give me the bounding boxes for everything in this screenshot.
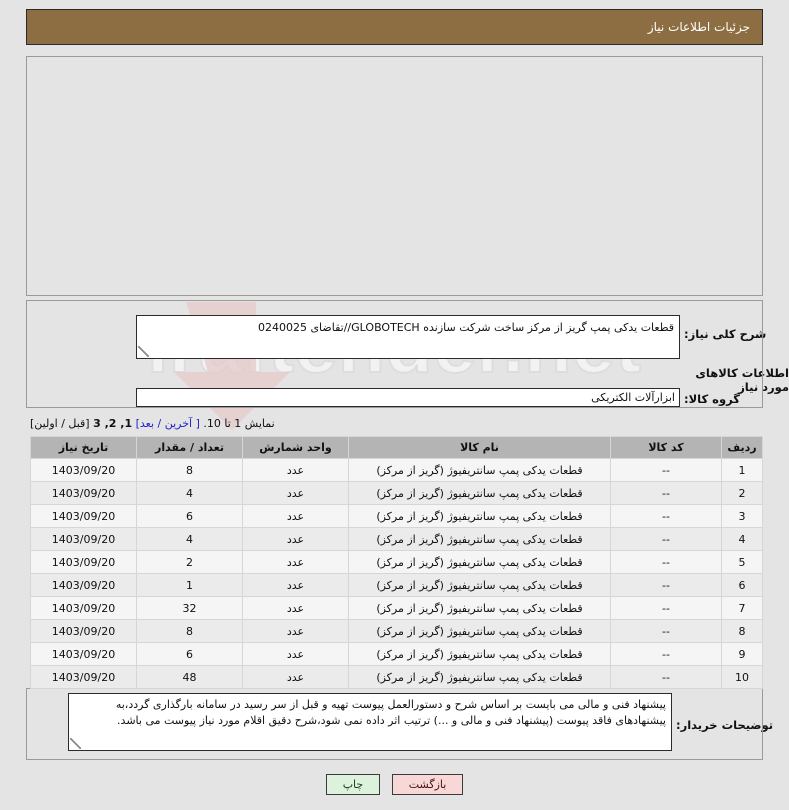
cell-qty: 2 <box>137 551 242 573</box>
table-row: 6 -- قطعات یدکی پمپ سانتریفیوژ (گریز از مر… <box>31 574 762 596</box>
cell-unit: عدد <box>243 482 348 504</box>
paging-first-prev: [قبل / اولین] <box>30 417 90 430</box>
cell-row: 4 <box>722 528 762 550</box>
cell-name: قطعات یدکی پمپ سانتریفیوژ (گریز از مرکز) <box>349 620 610 642</box>
cell-date: 1403/09/20 <box>31 551 136 573</box>
cell-code: -- <box>611 620 721 642</box>
paging-bar: نمایش 1 تا 10. [ آخرین / بعد] 1, 2, 3 [ق… <box>30 417 763 430</box>
cell-unit: عدد <box>243 528 348 550</box>
table-row: 2 -- قطعات یدکی پمپ سانتریفیوژ (گریز از مر… <box>31 482 762 504</box>
cell-unit: عدد <box>243 620 348 642</box>
cell-code: -- <box>611 574 721 596</box>
cell-qty: 48 <box>137 666 242 688</box>
cell-qty: 6 <box>137 505 242 527</box>
cell-name: قطعات یدکی پمپ سانتریفیوژ (گریز از مرکز) <box>349 551 610 573</box>
cell-date: 1403/09/20 <box>31 574 136 596</box>
col-row: ردیف <box>722 437 762 458</box>
cell-name: قطعات یدکی پمپ سانتریفیوژ (گریز از مرکز) <box>349 643 610 665</box>
cell-row: 10 <box>722 666 762 688</box>
cell-unit: عدد <box>243 597 348 619</box>
table-row: 8 -- قطعات یدکی پمپ سانتریفیوژ (گریز از مر… <box>31 620 762 642</box>
cell-code: -- <box>611 643 721 665</box>
table-row: 10 -- قطعات یدکی پمپ سانتریفیوژ (گریز از م… <box>31 666 762 688</box>
cell-qty: 8 <box>137 459 242 481</box>
cell-name: قطعات یدکی پمپ سانتریفیوژ (گریز از مرکز) <box>349 528 610 550</box>
cell-name: قطعات یدکی پمپ سانتریفیوژ (گریز از مرکز) <box>349 505 610 527</box>
cell-name: قطعات یدکی پمپ سانتریفیوژ (گریز از مرکز) <box>349 459 610 481</box>
cell-qty: 4 <box>137 528 242 550</box>
table-row: 5 -- قطعات یدکی پمپ سانتریفیوژ (گریز از مر… <box>31 551 762 573</box>
buyer-notes-panel <box>26 688 763 760</box>
cell-row: 2 <box>722 482 762 504</box>
cell-row: 7 <box>722 597 762 619</box>
cell-row: 5 <box>722 551 762 573</box>
action-buttons: بازگشت چاپ <box>0 774 789 795</box>
cell-date: 1403/09/20 <box>31 459 136 481</box>
cell-row: 9 <box>722 643 762 665</box>
cell-qty: 1 <box>137 574 242 596</box>
page-title: جزئیات اطلاعات نیاز <box>647 20 750 34</box>
cell-code: -- <box>611 482 721 504</box>
cell-qty: 4 <box>137 482 242 504</box>
paging-prefix: نمایش 1 تا 10. <box>203 417 275 430</box>
print-button[interactable]: چاپ <box>325 774 381 795</box>
cell-unit: عدد <box>243 574 348 596</box>
goods-table-wrap: ردیف کد کالا نام کالا واحد شمارش تعداد /… <box>30 436 763 689</box>
cell-name: قطعات یدکی پمپ سانتریفیوژ (گریز از مرکز) <box>349 597 610 619</box>
cell-row: 6 <box>722 574 762 596</box>
cell-date: 1403/09/20 <box>31 643 136 665</box>
cell-qty: 32 <box>137 597 242 619</box>
goods-table: ردیف کد کالا نام کالا واحد شمارش تعداد /… <box>30 436 763 689</box>
cell-code: -- <box>611 666 721 688</box>
cell-unit: عدد <box>243 551 348 573</box>
cell-row: 3 <box>722 505 762 527</box>
cell-date: 1403/09/20 <box>31 620 136 642</box>
page-root: iraftender.net جزئیات اطلاعات نیاز شماره… <box>0 0 789 810</box>
cell-date: 1403/09/20 <box>31 528 136 550</box>
cell-unit: عدد <box>243 643 348 665</box>
need-info-panel <box>26 56 763 296</box>
cell-code: -- <box>611 505 721 527</box>
cell-date: 1403/09/20 <box>31 597 136 619</box>
cell-code: -- <box>611 459 721 481</box>
cell-qty: 6 <box>137 643 242 665</box>
cell-name: قطعات یدکی پمپ سانتریفیوژ (گریز از مرکز) <box>349 482 610 504</box>
back-button[interactable]: بازگشت <box>391 774 464 795</box>
cell-date: 1403/09/20 <box>31 482 136 504</box>
table-row: 4 -- قطعات یدکی پمپ سانتریفیوژ (گریز از مر… <box>31 528 762 550</box>
cell-date: 1403/09/20 <box>31 666 136 688</box>
cell-row: 8 <box>722 620 762 642</box>
col-qty: تعداد / مقدار <box>137 437 242 458</box>
col-code: کد کالا <box>611 437 721 458</box>
goods-table-body: 1 -- قطعات یدکی پمپ سانتریفیوژ (گریز از مر… <box>31 459 762 688</box>
table-row: 9 -- قطعات یدکی پمپ سانتریفیوژ (گریز از مر… <box>31 643 762 665</box>
cell-code: -- <box>611 528 721 550</box>
table-row: 3 -- قطعات یدکی پمپ سانتریفیوژ (گریز از مر… <box>31 505 762 527</box>
description-panel <box>26 300 763 408</box>
col-name: نام کالا <box>349 437 610 458</box>
col-date: تاریخ نیاز <box>31 437 136 458</box>
table-row: 1 -- قطعات یدکی پمپ سانتریفیوژ (گریز از مر… <box>31 459 762 481</box>
cell-qty: 8 <box>137 620 242 642</box>
cell-date: 1403/09/20 <box>31 505 136 527</box>
cell-name: قطعات یدکی پمپ سانتریفیوژ (گریز از مرکز) <box>349 666 610 688</box>
cell-code: -- <box>611 551 721 573</box>
cell-row: 1 <box>722 459 762 481</box>
cell-unit: عدد <box>243 459 348 481</box>
window-title-bar: جزئیات اطلاعات نیاز <box>26 9 763 45</box>
paging-pages[interactable]: 1, 2, 3 <box>93 417 132 430</box>
col-unit: واحد شمارش <box>243 437 348 458</box>
table-row: 7 -- قطعات یدکی پمپ سانتریفیوژ (گریز از مر… <box>31 597 762 619</box>
cell-unit: عدد <box>243 505 348 527</box>
cell-unit: عدد <box>243 666 348 688</box>
cell-code: -- <box>611 597 721 619</box>
cell-name: قطعات یدکی پمپ سانتریفیوژ (گریز از مرکز) <box>349 574 610 596</box>
paging-next-last[interactable]: [ آخرین / بعد] <box>136 417 200 430</box>
table-header-row: ردیف کد کالا نام کالا واحد شمارش تعداد /… <box>31 437 762 458</box>
